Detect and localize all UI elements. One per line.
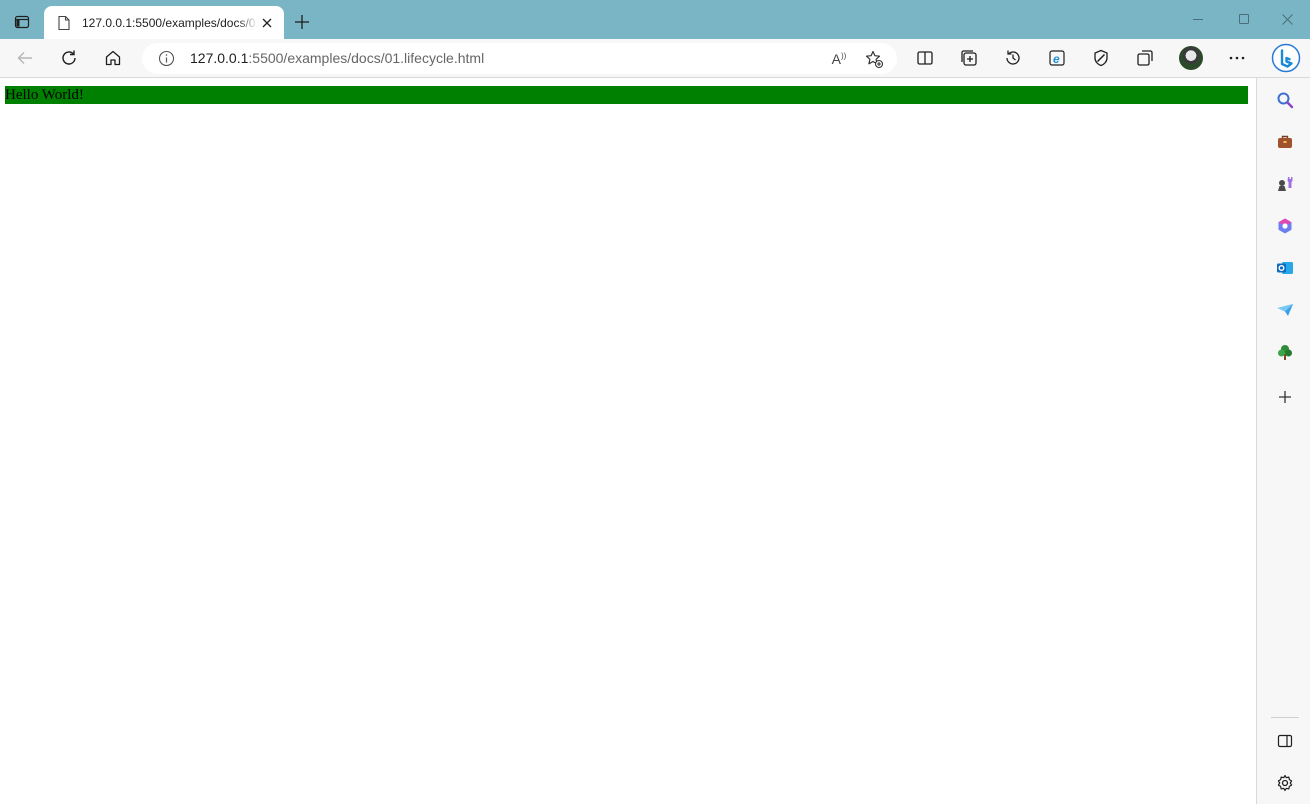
info-icon[interactable] — [158, 50, 175, 67]
tree-icon — [1276, 343, 1294, 361]
games-icon — [1276, 175, 1294, 193]
collections-button[interactable] — [954, 44, 984, 72]
sidebar-games-button[interactable] — [1271, 170, 1299, 198]
maximize-icon — [1239, 14, 1249, 24]
sidebar-outlook-button[interactable] — [1271, 254, 1299, 282]
drop-icon — [1276, 301, 1294, 319]
add-favorite-button[interactable] — [861, 46, 887, 72]
microsoft365-icon — [1276, 217, 1294, 235]
hello-world-text: Hello World! — [5, 86, 1248, 104]
search-icon — [1276, 91, 1294, 109]
read-aloud-label: A — [831, 51, 841, 67]
close-tab-icon[interactable] — [258, 14, 276, 32]
minimize-button[interactable] — [1175, 0, 1221, 38]
sidebar-shopping-button[interactable] — [1271, 128, 1299, 156]
split-screen-button[interactable] — [910, 44, 940, 72]
sidebar-divider — [1271, 717, 1299, 718]
read-aloud-icon: A)) — [831, 51, 847, 67]
browser-essentials-button[interactable] — [1086, 44, 1116, 72]
sidebar-drop-button[interactable] — [1271, 296, 1299, 324]
outlook-icon — [1276, 259, 1294, 277]
home-button[interactable] — [98, 44, 128, 72]
url-host: 127.0.0.1 — [190, 50, 249, 66]
back-icon — [16, 49, 34, 67]
tab-title: 127.0.0.1:5500/examples/docs/01.lifecycl… — [82, 15, 258, 30]
internet-explorer-mode-button[interactable]: e — [1042, 44, 1072, 72]
sidebar-search-button[interactable] — [1271, 86, 1299, 114]
sidebar-tree-button[interactable] — [1271, 338, 1299, 366]
minimize-icon — [1193, 14, 1203, 24]
extensions-button[interactable] — [1130, 44, 1160, 72]
browser-essentials-icon — [1092, 49, 1110, 67]
edge-sidebar — [1256, 78, 1310, 804]
bing-copilot-button[interactable] — [1270, 42, 1302, 74]
history-icon — [1004, 49, 1022, 67]
refresh-icon — [60, 49, 78, 67]
add-icon — [1278, 390, 1292, 404]
tab-actions-button[interactable] — [8, 8, 36, 36]
split-screen-icon — [916, 49, 934, 67]
more-button[interactable] — [1222, 44, 1252, 72]
bing-copilot-icon — [1271, 43, 1301, 73]
hide-sidebar-button[interactable] — [1271, 727, 1299, 755]
page-content: Hello World! — [0, 78, 1256, 804]
sidebar-microsoft365-button[interactable] — [1271, 212, 1299, 240]
more-icon — [1228, 49, 1246, 67]
shopping-icon — [1276, 133, 1294, 151]
sidebar-settings-button[interactable] — [1271, 769, 1299, 797]
address-bar[interactable]: 127.0.0.1:5500/examples/docs/01.lifecycl… — [142, 43, 897, 74]
extensions-icon — [1136, 49, 1154, 67]
collections-icon — [960, 49, 978, 67]
internet-explorer-mode-icon: e — [1048, 49, 1066, 67]
new-tab-button[interactable] — [288, 8, 316, 36]
title-bar: 127.0.0.1:5500/examples/docs/01.lifecycl… — [0, 0, 1310, 39]
profile-avatar[interactable] — [1179, 46, 1203, 70]
page-favicon — [56, 15, 72, 31]
close-window-button[interactable] — [1264, 0, 1310, 38]
url-text[interactable]: 127.0.0.1:5500/examples/docs/01.lifecycl… — [190, 50, 484, 66]
settings-icon — [1276, 774, 1294, 792]
close-window-icon — [1281, 13, 1293, 25]
svg-text:e: e — [1053, 52, 1060, 66]
refresh-button[interactable] — [54, 44, 84, 72]
sidebar-add-button[interactable] — [1271, 383, 1299, 411]
browser-toolbar: 127.0.0.1:5500/examples/docs/01.lifecycl… — [0, 39, 1310, 78]
url-path: :5500/examples/docs/01.lifecycle.html — [248, 50, 485, 66]
tab-actions-icon — [14, 14, 30, 30]
active-tab[interactable]: 127.0.0.1:5500/examples/docs/01.lifecycl… — [44, 6, 284, 39]
read-aloud-button[interactable]: A)) — [826, 46, 852, 72]
home-icon — [104, 49, 122, 67]
add-favorite-icon — [864, 49, 884, 69]
history-button[interactable] — [998, 44, 1028, 72]
hide-sidebar-icon — [1277, 733, 1293, 749]
maximize-button[interactable] — [1221, 0, 1267, 38]
new-tab-icon — [294, 14, 310, 30]
back-button[interactable] — [10, 44, 40, 72]
